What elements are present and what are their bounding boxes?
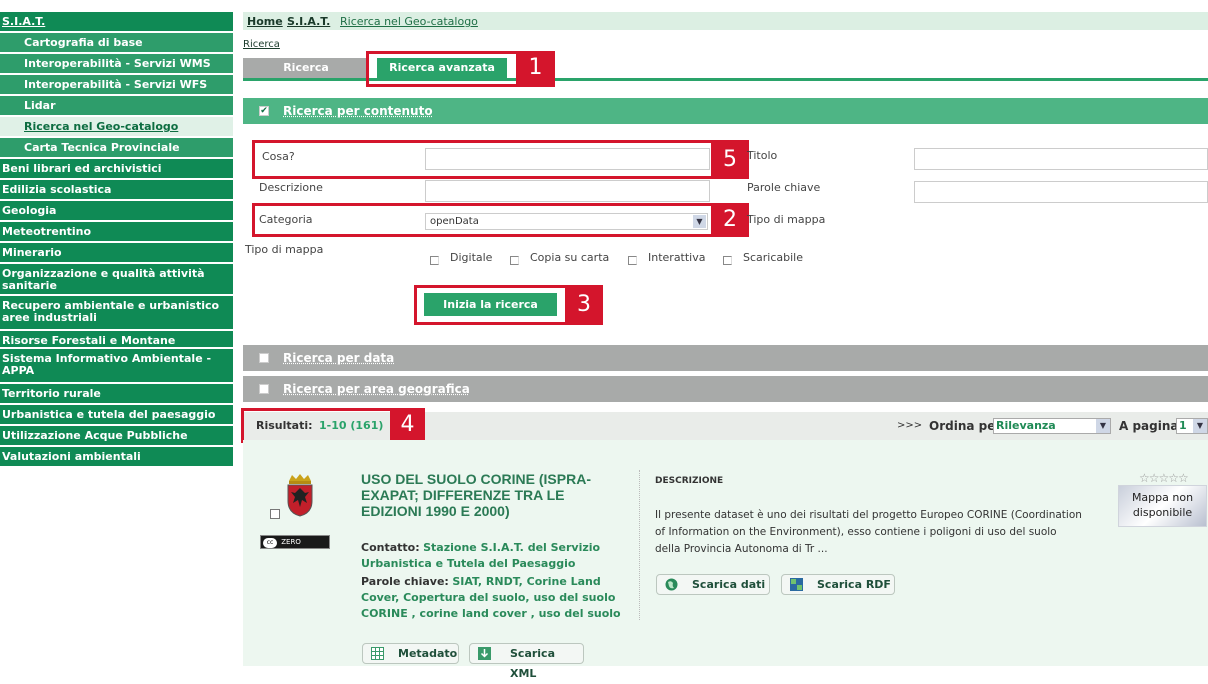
callout-number-3: 3 xyxy=(565,285,603,325)
coat-of-arms-icon xyxy=(287,474,313,517)
callout-number-4: 4 xyxy=(390,408,425,443)
tipo-mappa-right-label: Tipo di mappa xyxy=(747,213,826,226)
chevron-down-icon[interactable]: ▼ xyxy=(1096,419,1110,433)
result-select-checkbox[interactable] xyxy=(270,509,280,519)
parole-chiave-input[interactable] xyxy=(914,181,1208,203)
result-card: cc ZERO USO DEL SUOLO CORINE (ISPRA-EXAP… xyxy=(243,440,1208,680)
sidebar-item-geologia[interactable]: Geologia xyxy=(0,201,233,221)
titolo-input[interactable] xyxy=(914,148,1208,170)
order-label: Ordina per xyxy=(929,419,1002,433)
geo-search-checkbox[interactable] xyxy=(259,384,269,394)
contact-label: Contatto: xyxy=(361,541,420,554)
xml-download-label: Scarica XML xyxy=(510,647,556,680)
map-placeholder: Mappa non disponibile xyxy=(1118,485,1207,527)
breadcrumb: Home S.I.A.T. Ricerca nel Geo-catalogo xyxy=(243,12,1208,30)
sidebar-item-edilizia[interactable]: Edilizia scolastica xyxy=(0,180,233,200)
sidebar-item-geocatalogo[interactable]: Ricerca nel Geo-catalogo xyxy=(0,117,233,137)
breadcrumb-home[interactable]: Home xyxy=(247,15,283,28)
breadcrumb-current[interactable]: Ricerca nel Geo-catalogo xyxy=(340,15,478,28)
xml-download-button[interactable]: Scarica XML xyxy=(469,643,584,680)
page-value: 1 xyxy=(1179,419,1187,432)
globe-icon xyxy=(665,578,678,591)
scaricabile-label: Scaricabile xyxy=(743,251,804,264)
result-keywords: Parole chiave: SIAT, RNDT, Corine Land C… xyxy=(361,574,626,622)
rdf-download-button[interactable]: Scarica RDF xyxy=(781,574,895,595)
content-search-checkbox[interactable]: ✔ xyxy=(259,106,269,116)
content-search-bar[interactable]: ✔ Ricerca per contenuto xyxy=(243,98,1208,124)
copia-carta-label: Copia su carta xyxy=(530,251,610,264)
sidebar-item-risorse[interactable]: Risorse Forestali e Montane xyxy=(0,331,233,348)
metadata-label: Metadato xyxy=(398,647,458,660)
sidebar-item-valutazioni[interactable]: Valutazioni ambientali xyxy=(0,447,233,467)
sidebar-item-acque[interactable]: Utilizzazione Acque Pubbliche xyxy=(0,426,233,446)
sidebar-item-lidar[interactable]: Lidar xyxy=(0,96,233,116)
descrizione-input[interactable] xyxy=(425,180,710,202)
sidebar-item-siat[interactable]: S.I.A.T. xyxy=(0,12,233,32)
metadata-button[interactable]: Metadato xyxy=(362,643,459,664)
result-title[interactable]: USO DEL SUOLO CORINE (ISPRA-EXAPAT; DIFF… xyxy=(361,471,626,519)
cc-icon: cc xyxy=(263,538,277,548)
download-data-label: Scarica dati xyxy=(692,578,766,591)
order-select[interactable]: Rilevanza ▼ xyxy=(993,418,1111,434)
geo-search-title[interactable]: Ricerca per area geografica xyxy=(283,382,470,396)
card-divider xyxy=(639,470,640,620)
keywords-label: Parole chiave: xyxy=(361,575,449,588)
sidebar: S.I.A.T. Cartografia di base Interoperab… xyxy=(0,0,233,666)
sidebar-item-appa[interactable]: Sistema Informativo Ambientale - APPA xyxy=(0,349,233,383)
tab-ricerca[interactable]: Ricerca xyxy=(243,58,369,78)
breadcrumb-siat[interactable]: S.I.A.T. xyxy=(287,15,330,28)
date-search-bar[interactable]: Ricerca per data xyxy=(243,345,1208,371)
callout-box-2 xyxy=(252,203,749,237)
rdf-icon xyxy=(790,578,803,591)
interattiva-checkbox[interactable] xyxy=(628,256,637,265)
sidebar-item-organizzazione[interactable]: Organizzazione e qualità attività sanita… xyxy=(0,264,233,295)
callout-number-2: 2 xyxy=(711,203,749,237)
descrizione-label: Descrizione xyxy=(259,181,323,194)
sidebar-item-minerario[interactable]: Minerario xyxy=(0,243,233,263)
page-select[interactable]: 1 ▼ xyxy=(1176,418,1208,434)
ricerca-link[interactable]: Ricerca xyxy=(243,39,280,50)
rdf-download-label: Scarica RDF xyxy=(817,578,891,591)
sidebar-item-meteotrentino[interactable]: Meteotrentino xyxy=(0,222,233,242)
description-heading: DESCRIZIONE xyxy=(655,476,724,486)
table-icon xyxy=(371,647,384,660)
content-search-title[interactable]: Ricerca per contenuto xyxy=(283,104,433,118)
result-contact: Contatto: Stazione S.I.A.T. del Servizio… xyxy=(361,540,626,572)
date-search-checkbox[interactable] xyxy=(259,353,269,363)
sidebar-item-wms[interactable]: Interoperabilità - Servizi WMS xyxy=(0,54,233,74)
description-text: Il presente dataset è uno dei risultati … xyxy=(655,509,1082,555)
download-icon xyxy=(478,647,491,660)
sidebar-item-carta-tecnica[interactable]: Carta Tecnica Provinciale xyxy=(0,138,233,158)
callout-number-1: 1 xyxy=(516,51,555,87)
sidebar-item-urbanistica[interactable]: Urbanistica e tutela del paesaggio xyxy=(0,405,233,425)
license-label: ZERO xyxy=(281,538,301,546)
page-label: A pagina xyxy=(1119,419,1179,433)
sidebar-item-recupero[interactable]: Recupero ambientale e urbanistico aree i… xyxy=(0,296,233,330)
copia-carta-checkbox[interactable] xyxy=(510,256,519,265)
arrows-text: >>> xyxy=(897,420,923,431)
cc-zero-badge: cc ZERO xyxy=(260,535,330,549)
callout-box-5 xyxy=(252,140,749,179)
download-data-button[interactable]: Scarica dati xyxy=(656,574,770,595)
sidebar-item-territorio[interactable]: Territorio rurale xyxy=(0,384,233,404)
digitale-label: Digitale xyxy=(450,251,493,264)
parole-chiave-label: Parole chiave xyxy=(747,181,821,194)
scaricabile-checkbox[interactable] xyxy=(723,256,732,265)
sidebar-item-cartografia[interactable]: Cartografia di base xyxy=(0,33,233,53)
interattiva-label: Interattiva xyxy=(648,251,706,264)
date-search-title[interactable]: Ricerca per data xyxy=(283,351,394,365)
geo-search-bar[interactable]: Ricerca per area geografica xyxy=(243,376,1208,402)
callout-number-5: 5 xyxy=(711,140,749,179)
order-value: Rilevanza xyxy=(996,419,1056,432)
sidebar-item-wfs[interactable]: Interoperabilità - Servizi WFS xyxy=(0,75,233,95)
map-placeholder-text: Mappa non disponibile xyxy=(1131,491,1194,519)
titolo-label: Titolo xyxy=(747,149,778,162)
sidebar-item-beni-librari[interactable]: Beni librari ed archivistici xyxy=(0,159,233,179)
chevron-down-icon[interactable]: ▼ xyxy=(1193,419,1207,433)
rating-stars[interactable]: ☆☆☆☆☆ xyxy=(1139,471,1189,485)
tipo-mappa-label: Tipo di mappa xyxy=(245,243,324,256)
digitale-checkbox[interactable] xyxy=(430,256,439,265)
